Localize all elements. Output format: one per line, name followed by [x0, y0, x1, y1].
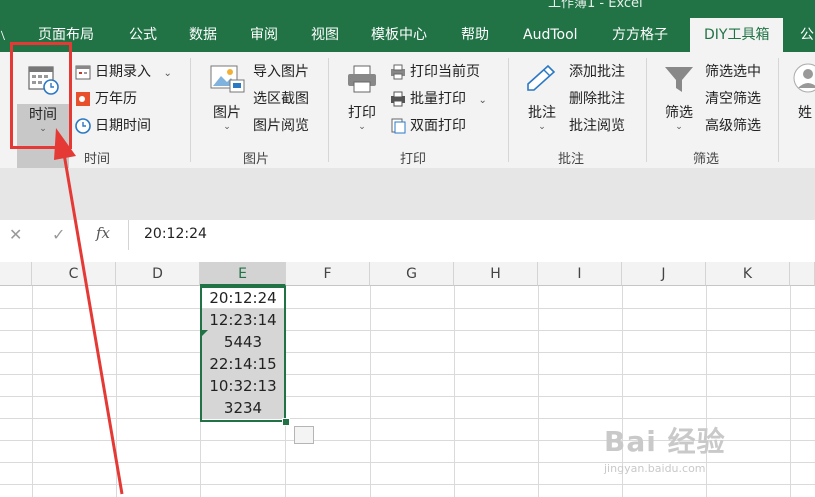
red-arrow-annotation [54, 128, 124, 495]
